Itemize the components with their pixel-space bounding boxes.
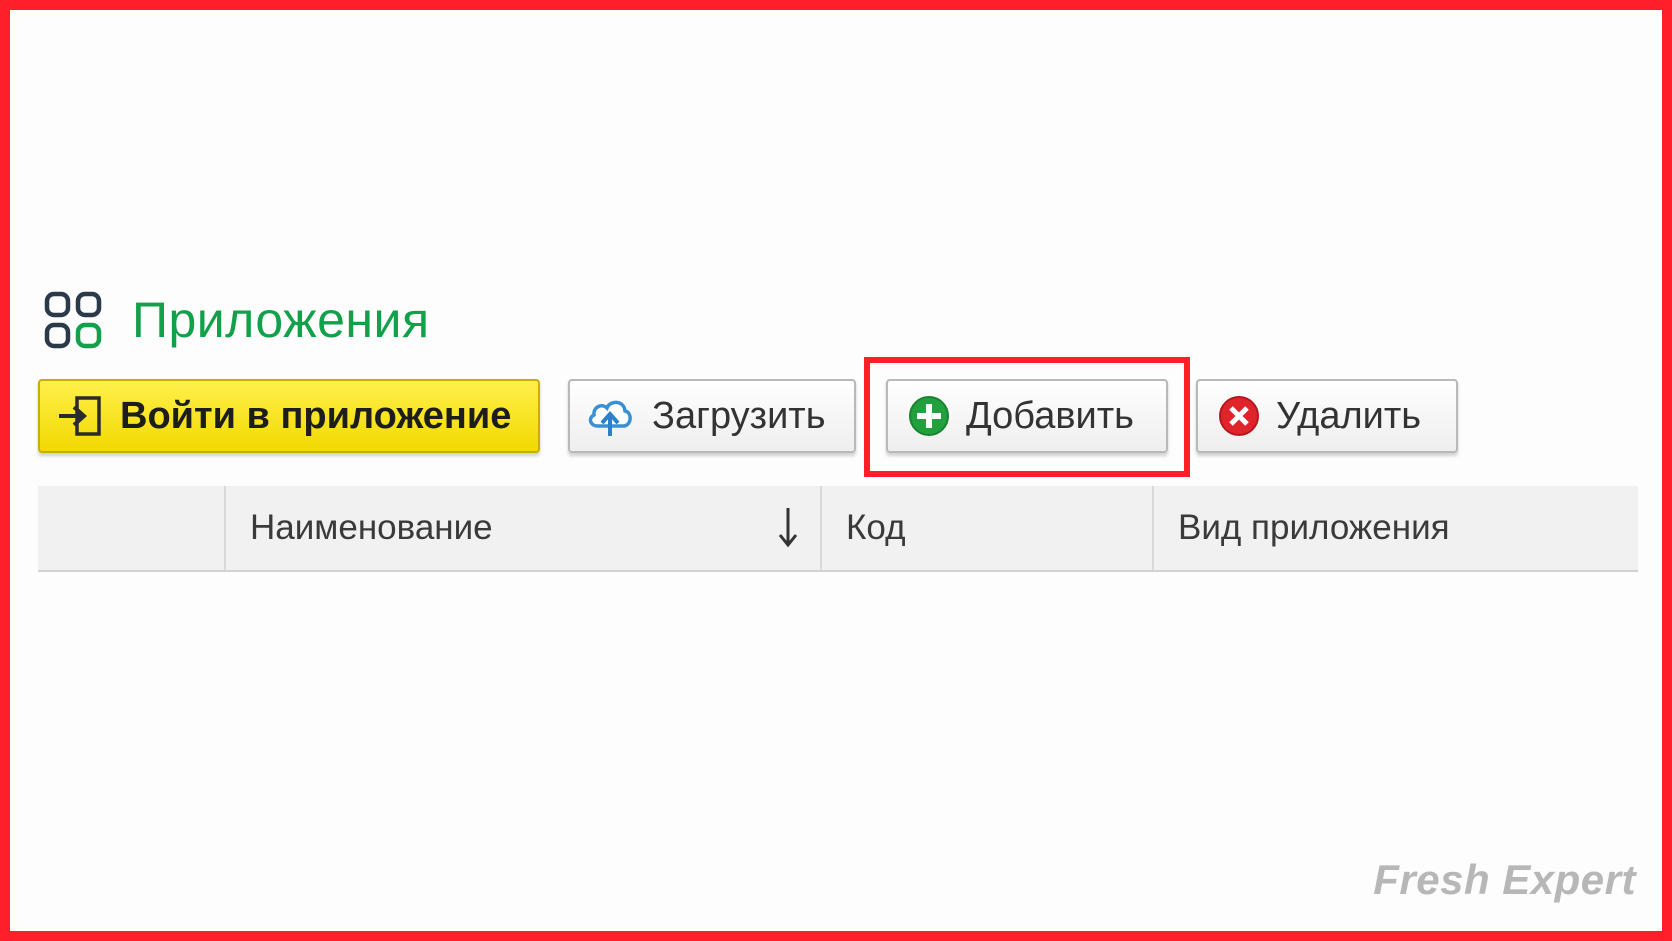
cloud-upload-icon: [586, 394, 634, 438]
page-header: Приложения: [44, 288, 430, 352]
table-header: Наименование Код Вид приложения: [38, 486, 1638, 572]
sort-down-arrow-icon: [778, 508, 798, 548]
enter-application-button[interactable]: Войти в приложение: [38, 379, 540, 453]
column-header-name[interactable]: Наименование: [226, 486, 822, 570]
login-arrow-icon: [56, 392, 104, 440]
column-header-app-type-label: Вид приложения: [1178, 508, 1450, 547]
page-title: Приложения: [132, 292, 430, 348]
column-header-select[interactable]: [38, 486, 226, 570]
column-header-code-label: Код: [846, 508, 906, 547]
delete-x-circle-icon: [1218, 395, 1260, 437]
screenshot-frame: [0, 0, 1672, 941]
apps-grid-icon: [44, 291, 102, 349]
column-header-name-label: Наименование: [250, 508, 493, 547]
watermark: Fresh Expert: [1373, 856, 1636, 903]
delete-label: Удалить: [1276, 394, 1422, 437]
add-button-highlight: [864, 357, 1190, 477]
upload-button[interactable]: Загрузить: [568, 379, 856, 453]
upload-label: Загрузить: [652, 394, 826, 437]
column-header-app-type[interactable]: Вид приложения: [1154, 486, 1638, 570]
enter-application-label: Войти в приложение: [120, 394, 512, 437]
delete-button[interactable]: Удалить: [1196, 379, 1458, 453]
column-header-code[interactable]: Код: [822, 486, 1154, 570]
